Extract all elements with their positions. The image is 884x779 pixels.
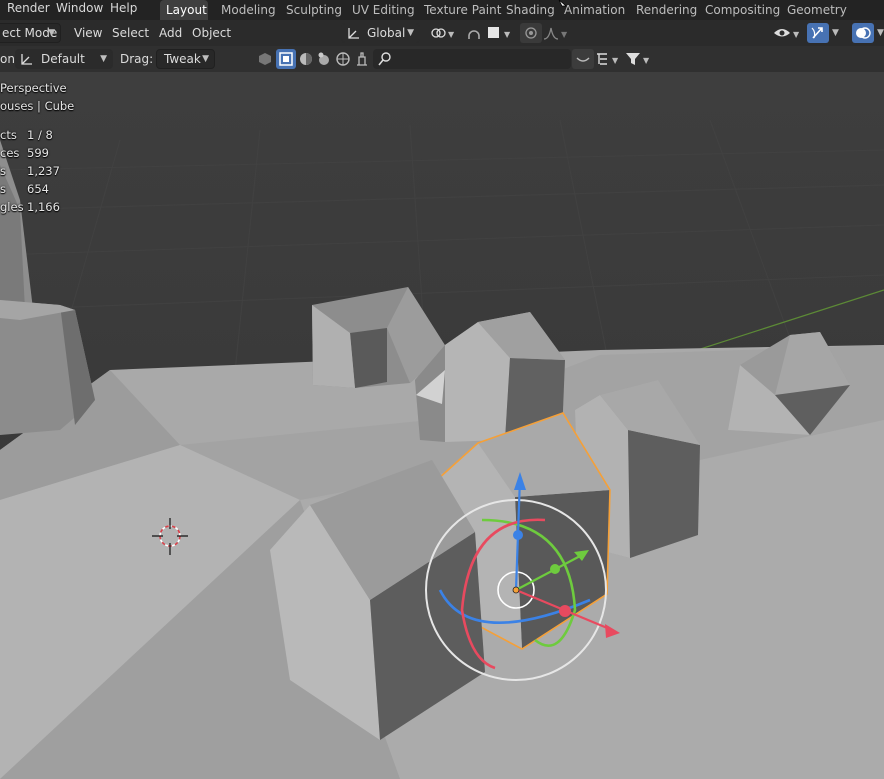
- stat-label: s: [0, 164, 6, 178]
- mouse-pointer-icon: [558, 0, 567, 7]
- menu-add[interactable]: Add: [159, 23, 182, 43]
- tab-compositing[interactable]: Compositing: [699, 0, 786, 20]
- collection-object-name: ouses | Cube: [0, 99, 75, 113]
- menu-select[interactable]: Select: [112, 23, 149, 43]
- overlay-icon: [856, 27, 871, 39]
- stat-label: cts: [0, 128, 17, 142]
- mode-dropdown[interactable]: ect Mode ▼: [0, 23, 61, 43]
- rendered-shading-button[interactable]: [333, 49, 353, 69]
- gizmo-toggle[interactable]: [807, 23, 829, 43]
- object-origin: [512, 586, 520, 594]
- tab-rendering[interactable]: Rendering: [630, 0, 703, 20]
- visibility-dropdown[interactable]: ▼: [772, 23, 802, 43]
- tab-modeling[interactable]: Modeling: [215, 0, 282, 20]
- viewport-scene: [0, 72, 884, 779]
- snap-target-icon: ▼: [488, 27, 511, 39]
- gizmo-icon: [811, 27, 823, 39]
- svg-text:▼: ▼: [793, 30, 800, 39]
- pivot-point-button[interactable]: ▼: [427, 23, 457, 43]
- svg-text:▼: ▼: [561, 30, 568, 39]
- svg-text:▼: ▼: [612, 56, 619, 65]
- proportional-icon: [525, 27, 537, 39]
- chevron-down-icon: ▼: [100, 54, 107, 64]
- solid-shading-button[interactable]: [296, 49, 316, 69]
- svg-text:▼: ▼: [504, 30, 511, 39]
- solid-shading-icon: [300, 53, 312, 65]
- filter-toggle[interactable]: [572, 49, 594, 69]
- eye-icon: ▼: [774, 29, 800, 39]
- menu-view[interactable]: View: [74, 23, 102, 43]
- orientation-axes-icon: [21, 54, 32, 65]
- menu-help[interactable]: Help: [110, 0, 137, 20]
- tab-sculpting[interactable]: Sculpting: [280, 0, 348, 20]
- proportional-falloff-dropdown[interactable]: ▼: [542, 23, 572, 43]
- stat-value: 1,166: [27, 200, 60, 214]
- drag-dropdown[interactable]: Tweak ▼: [156, 49, 215, 69]
- svg-text:▼: ▼: [643, 56, 650, 65]
- orientation-setting-value: Default: [41, 52, 85, 66]
- menu-object[interactable]: Object: [192, 23, 231, 43]
- orientation-axes-icon: [348, 28, 359, 39]
- svg-text:▼: ▼: [448, 30, 455, 39]
- tab-geometry-nodes[interactable]: Geometry Nodes: [781, 0, 884, 37]
- tool-settings-header: on: Default ▼ Drag: Tweak ▼ ▼ ▼: [0, 46, 884, 72]
- gizmo-dropdown-chevron-icon[interactable]: ▼: [832, 23, 839, 43]
- menu-window[interactable]: Window: [56, 0, 103, 20]
- material-icon: [318, 52, 329, 65]
- tab-uv-editing[interactable]: UV Editing: [346, 0, 421, 20]
- filter-curve-icon: [576, 57, 590, 62]
- viewport-header: ect Mode ▼ View Select Add Object Global…: [0, 20, 884, 46]
- xray-icon: [259, 53, 271, 65]
- material-shading-button[interactable]: [314, 49, 334, 69]
- wireframe-shading-button[interactable]: [276, 49, 296, 69]
- falloff-icon: ▼: [543, 27, 568, 40]
- proportional-editing-toggle[interactable]: [520, 23, 542, 43]
- search-icon: [378, 52, 391, 66]
- transform-orientation-dropdown[interactable]: Global ▼: [341, 23, 420, 43]
- stat-label: s: [0, 182, 6, 196]
- wireframe-icon: [279, 52, 293, 66]
- orientation-label: Global: [367, 26, 406, 40]
- drag-value: Tweak: [164, 52, 201, 66]
- chevron-down-icon: ▼: [202, 54, 209, 64]
- view-name: Perspective: [0, 81, 67, 95]
- display-mode-dropdown[interactable]: ▼: [594, 49, 624, 69]
- stat-value: 654: [27, 182, 49, 196]
- filter-icon: ▼: [626, 53, 650, 65]
- search-input[interactable]: [373, 49, 571, 69]
- stat-label: ces: [0, 146, 20, 160]
- stat-value: 599: [27, 146, 49, 160]
- drag-label: Drag:: [120, 52, 154, 66]
- top-menu-bar: Render Window Help Layout Modeling Sculp…: [0, 0, 884, 37]
- filter-dropdown[interactable]: ▼: [624, 49, 654, 69]
- 3d-viewport[interactable]: Perspective ouses | Cube cts 1 / 8 ces 5…: [0, 72, 884, 779]
- tab-layout[interactable]: Layout: [160, 0, 208, 20]
- tab-shading[interactable]: Shading: [500, 0, 561, 20]
- tab-animation[interactable]: Animation: [558, 0, 631, 20]
- overlay-toggle[interactable]: [852, 23, 874, 43]
- xray-toggle[interactable]: [255, 49, 275, 69]
- snap-toggle[interactable]: [463, 23, 485, 43]
- rendered-icon: [336, 52, 350, 66]
- pivot-icon: ▼: [431, 28, 455, 39]
- orientation-setting-dropdown[interactable]: Default ▼: [15, 49, 113, 69]
- brush-settings-button[interactable]: [352, 49, 372, 69]
- outliner-display-icon: ▼: [597, 53, 619, 65]
- chevron-down-icon: ▼: [407, 28, 414, 38]
- stat-value: 1 / 8: [27, 128, 53, 142]
- stat-value: 1,237: [27, 164, 60, 178]
- brush-icon: [357, 52, 367, 66]
- snap-target-dropdown[interactable]: ▼: [485, 23, 515, 43]
- stat-label: gles: [0, 200, 24, 214]
- menu-render[interactable]: Render: [7, 0, 50, 20]
- tab-texture-paint[interactable]: Texture Paint: [418, 0, 507, 20]
- overlay-dropdown-chevron-icon[interactable]: ▼: [877, 23, 884, 43]
- snap-icon: [468, 30, 480, 39]
- chevron-down-icon: ▼: [48, 28, 55, 38]
